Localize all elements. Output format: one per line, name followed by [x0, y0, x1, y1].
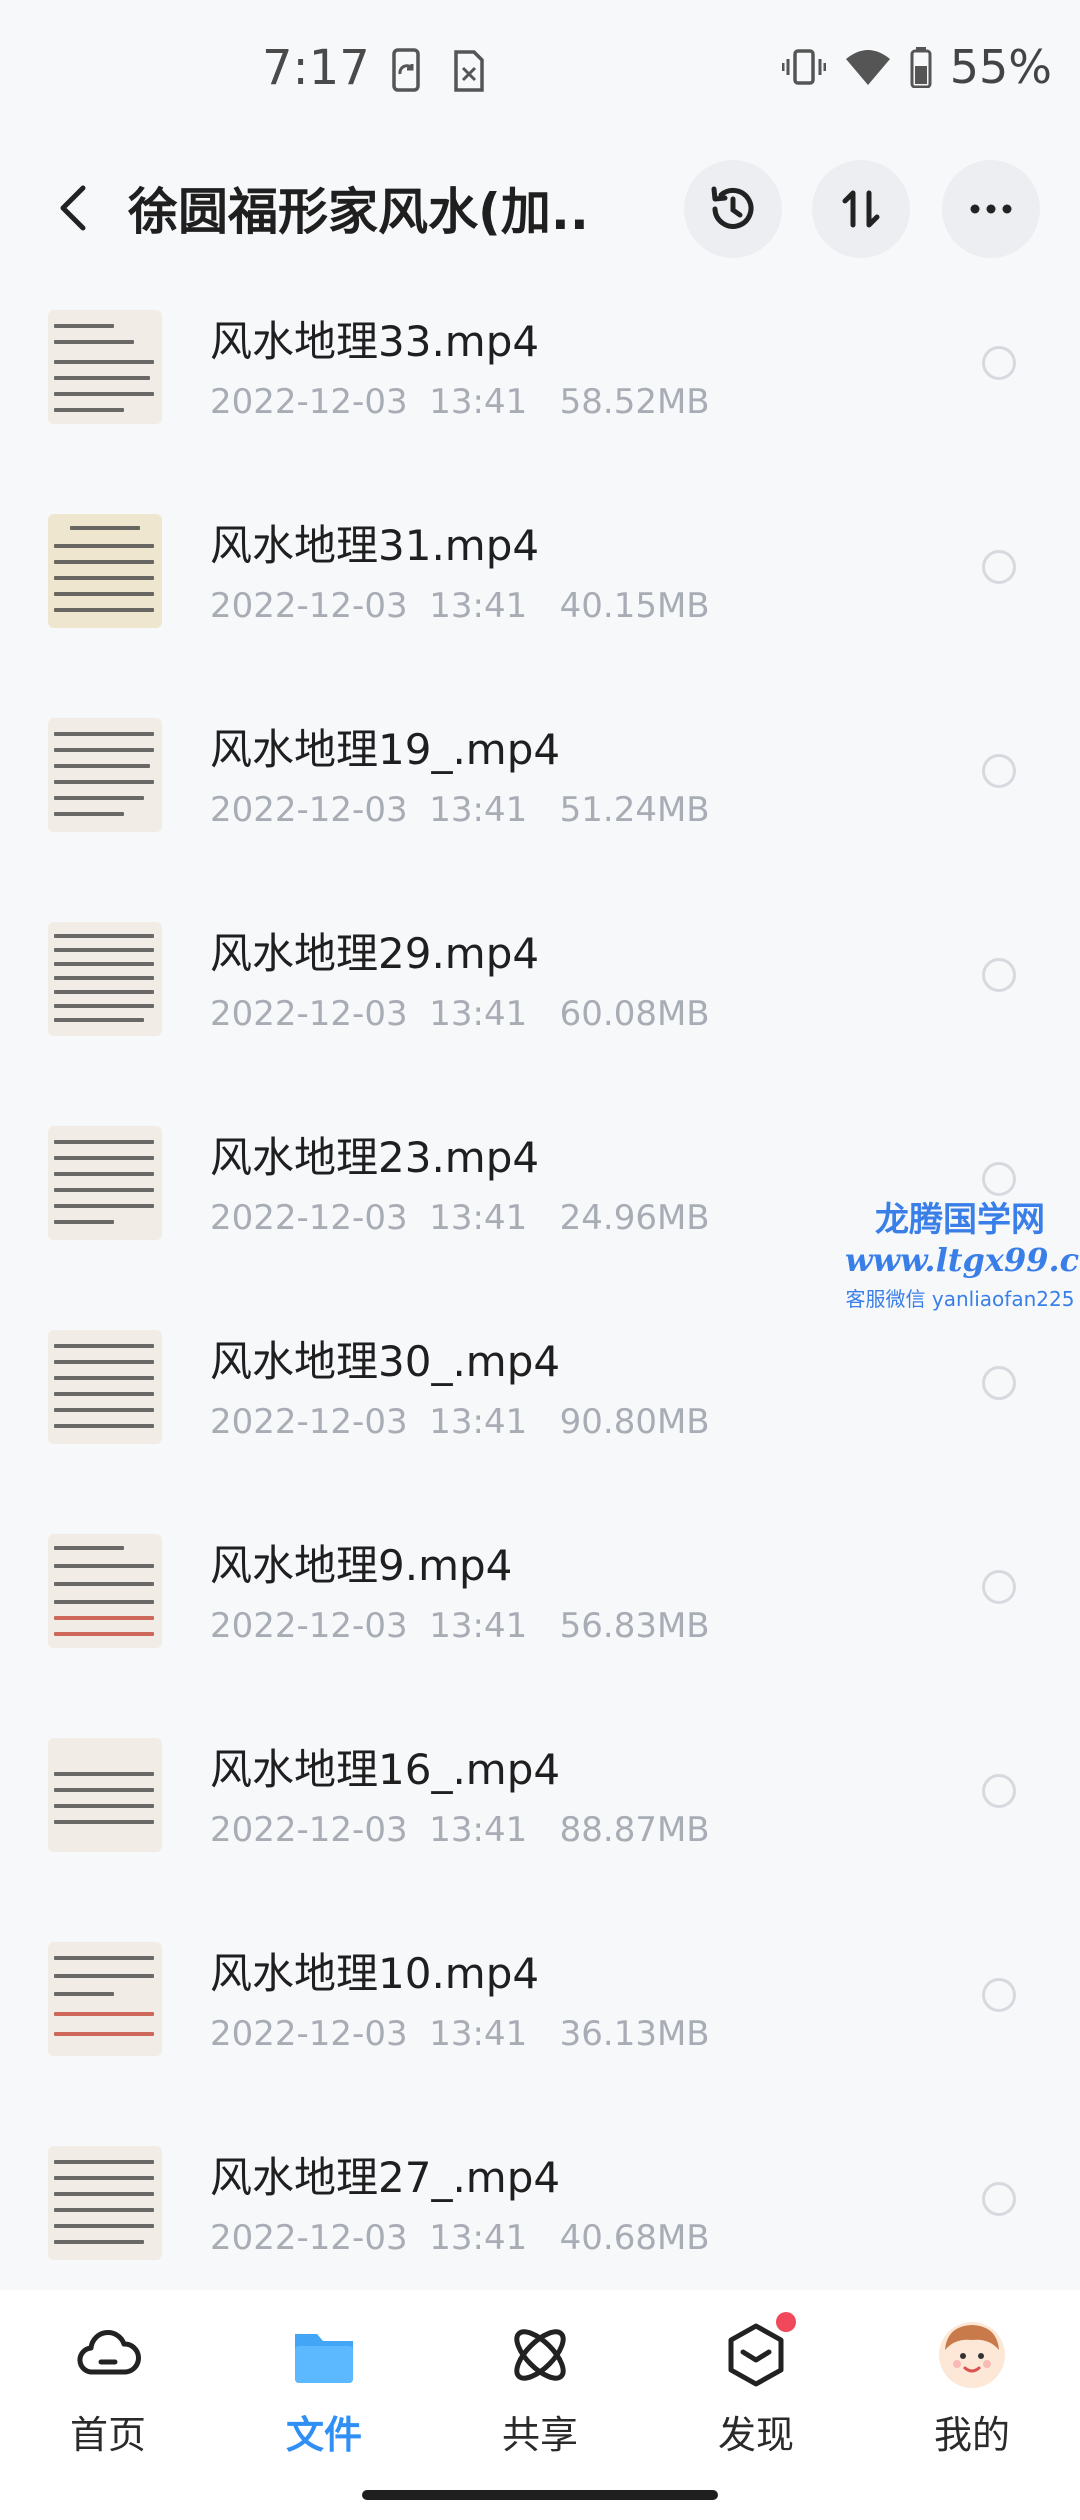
file-name: 风水地理19_.mp4	[210, 725, 561, 774]
cloud-icon	[77, 2330, 141, 2375]
file-meta: 2022-12-03 13:41 90.80MB	[210, 1402, 710, 1442]
file-name: 风水地理31.mp4	[210, 521, 540, 570]
file-meta: 2022-12-03 13:41 36.13MB	[210, 2014, 710, 2054]
video-thumbnail	[48, 310, 162, 424]
list-item[interactable]: 风水地理29.mp4 2022-12-03 13:41 60.08MB	[0, 902, 1080, 1106]
watermark-url: www.ltgx99.com	[845, 1241, 1080, 1279]
select-radio[interactable]	[982, 346, 1016, 380]
back-arrow-icon[interactable]	[45, 178, 105, 238]
video-thumbnail	[48, 718, 162, 832]
select-radio[interactable]	[982, 1366, 1016, 1400]
file-meta: 2022-12-03 13:41 51.24MB	[210, 790, 710, 830]
sort-icon	[842, 190, 880, 228]
battery-icon	[910, 47, 932, 88]
sim-card-x-icon	[454, 50, 484, 92]
watermark-contact: 客服微信 yanliaofan225	[845, 1287, 1075, 1311]
video-thumbnail	[48, 1738, 162, 1852]
file-name: 风水地理9.mp4	[210, 1541, 513, 1590]
nav-share[interactable]: 共享	[450, 2320, 630, 2480]
status-bar: 7:17 55%	[0, 0, 1080, 150]
list-item[interactable]: 风水地理19_.mp4 2022-12-03 13:41 51.24MB	[0, 698, 1080, 902]
status-time: 7:17	[262, 40, 370, 96]
app-header: 徐圆福形家风水(加...	[0, 150, 1080, 270]
video-thumbnail	[48, 922, 162, 1036]
more-icon	[970, 204, 1012, 214]
home-indicator	[362, 2490, 718, 2500]
avatar-icon	[939, 2322, 1005, 2388]
watermark: 龙腾国学网 www.ltgx99.com 客服微信 yanliaofan225	[845, 1192, 1080, 1312]
nav-share-label: 共享	[501, 2413, 578, 2457]
nav-profile-label: 我的	[933, 2413, 1010, 2457]
bottom-navigation: 首页 文件 共享 发现 我的	[0, 2290, 1080, 2520]
share-atom-icon	[514, 2329, 566, 2381]
phone-sync-icon	[392, 48, 420, 92]
video-thumbnail	[48, 514, 162, 628]
file-name: 风水地理23.mp4	[210, 1133, 540, 1182]
video-thumbnail	[48, 2146, 162, 2260]
nav-discover[interactable]: 发现	[666, 2312, 846, 2480]
file-meta: 2022-12-03 13:41 88.87MB	[210, 1810, 710, 1850]
more-button[interactable]	[942, 160, 1040, 258]
notification-badge	[776, 2312, 796, 2332]
file-name: 风水地理16_.mp4	[210, 1745, 561, 1794]
list-item[interactable]: 风水地理31.mp4 2022-12-03 13:41 40.15MB	[0, 494, 1080, 698]
select-radio[interactable]	[982, 1774, 1016, 1808]
file-meta: 2022-12-03 13:41 56.83MB	[210, 1606, 710, 1646]
nav-files[interactable]: 文件	[234, 2320, 414, 2480]
video-thumbnail	[48, 1942, 162, 2056]
sort-button[interactable]	[812, 160, 910, 258]
folder-icon	[295, 2334, 353, 2383]
select-radio[interactable]	[982, 2182, 1016, 2216]
video-thumbnail	[48, 1126, 162, 1240]
select-radio[interactable]	[982, 1570, 1016, 1604]
nav-discover-label: 发现	[717, 2413, 794, 2457]
wifi-icon	[845, 50, 890, 85]
file-name: 风水地理27_.mp4	[210, 2153, 561, 2202]
battery-percent: 55%	[949, 40, 1052, 94]
list-item[interactable]: 风水地理9.mp4 2022-12-03 13:41 56.83MB	[0, 1514, 1080, 1718]
nav-home[interactable]: 首页	[18, 2320, 198, 2480]
file-name: 风水地理29.mp4	[210, 929, 540, 978]
list-item[interactable]: 风水地理33.mp4 2022-12-03 13:41 58.52MB	[0, 290, 1080, 494]
nav-files-label: 文件	[285, 2413, 362, 2457]
list-item[interactable]: 风水地理30_.mp4 2022-12-03 13:41 90.80MB	[0, 1310, 1080, 1514]
status-right: 55%	[781, 40, 1052, 94]
select-radio[interactable]	[982, 754, 1016, 788]
page-title: 徐圆福形家风水(加...	[128, 183, 588, 241]
select-radio[interactable]	[982, 550, 1016, 584]
list-item[interactable]: 风水地理10.mp4 2022-12-03 13:41 36.13MB	[0, 1922, 1080, 2126]
file-name: 风水地理33.mp4	[210, 317, 540, 366]
file-meta: 2022-12-03 13:41 58.52MB	[210, 382, 710, 422]
video-thumbnail	[48, 1330, 162, 1444]
vibrate-icon	[781, 49, 826, 85]
nav-profile[interactable]: 我的	[882, 2320, 1062, 2480]
nav-home-label: 首页	[69, 2413, 146, 2457]
file-name: 风水地理30_.mp4	[210, 1337, 561, 1386]
history-icon	[711, 186, 754, 229]
video-thumbnail	[48, 1534, 162, 1648]
file-meta: 2022-12-03 13:41 40.15MB	[210, 586, 710, 626]
select-radio[interactable]	[982, 958, 1016, 992]
select-radio[interactable]	[982, 1162, 1016, 1196]
file-meta: 2022-12-03 13:41 40.68MB	[210, 2218, 710, 2258]
select-radio[interactable]	[982, 1978, 1016, 2012]
list-item[interactable]: 风水地理16_.mp4 2022-12-03 13:41 88.87MB	[0, 1718, 1080, 1922]
file-name: 风水地理10.mp4	[210, 1949, 540, 1998]
file-meta: 2022-12-03 13:41 24.96MB	[210, 1198, 710, 1238]
file-meta: 2022-12-03 13:41 60.08MB	[210, 994, 710, 1034]
watermark-title: 龙腾国学网	[875, 1200, 1045, 1240]
history-button[interactable]	[684, 160, 782, 258]
